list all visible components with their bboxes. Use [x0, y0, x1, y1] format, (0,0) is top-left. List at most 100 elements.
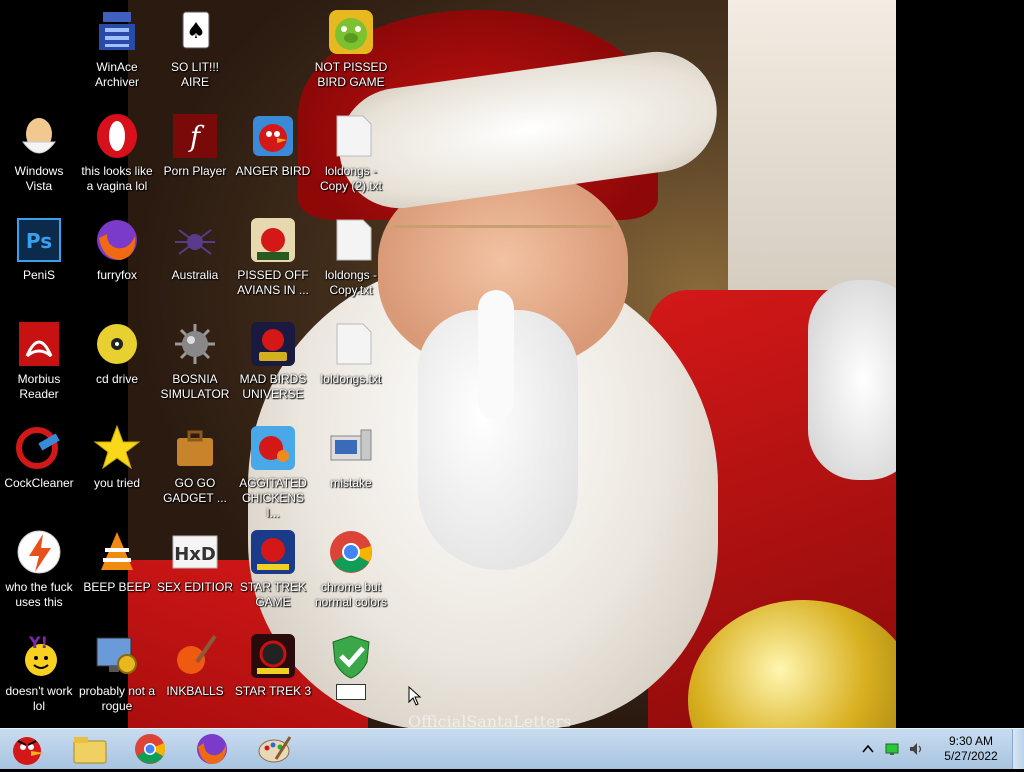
angry-birds-star-wars-2-icon: [249, 632, 297, 680]
winace-icon: [93, 8, 141, 56]
vlc-icon: [93, 528, 141, 576]
desktop-icon-penis[interactable]: Ps PeniS: [0, 212, 78, 283]
network-tray-button[interactable]: [884, 742, 900, 756]
show-hidden-icons-button[interactable]: [860, 742, 876, 756]
desktop-icon-solitaire[interactable]: ♠ SO LIT!!! AIRE: [156, 4, 234, 90]
yahoo-messenger-icon: Y!: [15, 632, 63, 680]
wallpaper-santa-glasses: [393, 225, 613, 288]
tray-clock[interactable]: 9:30 AM 5/27/2022: [936, 734, 1006, 764]
firefox-icon: [93, 216, 141, 264]
desktop-icon-label: PeniS: [22, 268, 56, 282]
desktop-icon-who-uses-this[interactable]: who the fuck uses this: [0, 524, 78, 610]
desktop-icon-chrome[interactable]: chrome but normal colors: [312, 524, 390, 610]
desktop-icon-inkballs[interactable]: INKBALLS: [156, 628, 234, 699]
desktop-icon-label: probably not a rogue: [78, 684, 156, 713]
wallpaper-santa-mitt: [808, 280, 896, 480]
desktop-icon-windows-vista[interactable]: Windows Vista: [0, 108, 78, 194]
svg-text:HxD: HxD: [174, 544, 216, 565]
desktop-icon-label: Australia: [171, 268, 219, 282]
desktop-icon-probably-not-a-rogue[interactable]: probably not a rogue: [78, 628, 156, 714]
angry-birds-space-icon: [249, 320, 297, 368]
desktop-icon-loldongs-copy[interactable]: loldongs - Copy.txt: [312, 212, 390, 298]
taskbar-explorer-button[interactable]: [70, 731, 110, 767]
desktop-icon-label: INKBALLS: [166, 684, 224, 698]
desktop-black-area: [896, 0, 1024, 728]
text-file-icon: [327, 112, 375, 160]
desktop-icon-sex-editior[interactable]: HxD SEX EDITIOR: [156, 524, 234, 595]
clock-time: 9:30 AM: [948, 734, 994, 748]
star-icon: [93, 424, 141, 472]
cd-icon: [93, 320, 141, 368]
chrome-icon: [327, 528, 375, 576]
taskbar-paint-button[interactable]: [254, 731, 294, 767]
folder-explorer-icon: [73, 737, 107, 764]
wallpaper-watermark: OfficialSantaLetters: [408, 712, 572, 728]
desktop-icon-label: doesn't work lol: [5, 684, 73, 713]
flash-bolt-icon: [15, 528, 63, 576]
desktop-icon-shield[interactable]: [312, 628, 390, 705]
desktop-icon-label: this looks like a vagina lol: [81, 164, 153, 193]
desktop-icon-not-pissed-bird-game[interactable]: NOT PISSED BIRD GAME: [312, 4, 390, 90]
start-button[interactable]: [4, 731, 50, 767]
clock-date: 5/27/2022: [944, 749, 998, 763]
desktop-icon-label: chrome but normal colors: [314, 580, 388, 609]
network-icon: [885, 743, 899, 755]
egg-icon: [15, 112, 63, 160]
desktop-icon-mad-birds-universe[interactable]: MAD BIRDS UNIVERSE: [234, 316, 312, 402]
spider-icon: [171, 216, 219, 264]
computer-tools-icon: [327, 424, 375, 472]
paint-icon: [258, 736, 292, 763]
desktop-icon-star-trek-3[interactable]: STAR TREK 3: [234, 628, 312, 699]
flash-icon: f: [171, 112, 219, 160]
wallpaper-door: [728, 0, 896, 300]
firefox-icon: [197, 734, 227, 764]
desktop-icon-label: Porn Player: [163, 164, 227, 178]
desktop-icon-winace[interactable]: WinAce Archiver: [78, 4, 156, 90]
svg-text:Y!: Y!: [28, 633, 48, 652]
desktop-icon-australia[interactable]: Australia: [156, 212, 234, 283]
solitaire-icon: ♠: [171, 8, 219, 56]
desktop-icon-go-go-gadget[interactable]: GO GO GADGET ...: [156, 420, 234, 506]
taskbar-chrome-button[interactable]: [130, 731, 170, 767]
desktop-icon-aggitated-chickens[interactable]: AGGITATED CHICKENS I...: [234, 420, 312, 521]
text-file-icon: [327, 320, 375, 368]
desktop-icon-you-tried[interactable]: you tried: [78, 420, 156, 491]
desktop-icon-label: Morbius Reader: [17, 372, 61, 401]
angry-birds-star-wars-icon: [249, 528, 297, 576]
desktop-icon-morbius-reader[interactable]: Morbius Reader: [0, 316, 78, 402]
photoshop-icon: Ps: [15, 216, 63, 264]
desktop-icon-furryfox[interactable]: furryfox: [78, 212, 156, 283]
desktop-icon-loldongs[interactable]: loldongs.txt: [312, 316, 390, 387]
desktop-icon-loldongs-copy-2[interactable]: loldongs - Copy (2).txt: [312, 108, 390, 194]
angry-birds-rio-icon: [249, 424, 297, 472]
desktop-icon-pissed-off-avians[interactable]: PISSED OFF AVIANS IN ...: [234, 212, 312, 298]
desktop-icon-label: SO LIT!!! AIRE: [170, 60, 219, 89]
mouse-cursor-icon: [408, 686, 422, 706]
angry-birds-seasons-icon: [249, 216, 297, 264]
monitor-gear-icon: [93, 632, 141, 680]
rename-textbox[interactable]: [336, 684, 366, 700]
desktop-icon-label: MAD BIRDS UNIVERSE: [239, 372, 307, 401]
desktop-icon-label: GO GO GADGET ...: [163, 476, 227, 505]
desktop-icon-opera[interactable]: this looks like a vagina lol: [78, 108, 156, 194]
inkball-icon: [171, 632, 219, 680]
desktop-icon-cockcleaner[interactable]: CockCleaner: [0, 420, 78, 491]
desktop-icon-cd-drive[interactable]: cd drive: [78, 316, 156, 387]
desktop-icon-mistake[interactable]: mistake: [312, 420, 390, 491]
volume-tray-button[interactable]: [908, 742, 924, 756]
svg-text:Ps: Ps: [26, 229, 52, 253]
desktop-icon-anger-bird[interactable]: ANGER BIRD: [234, 108, 312, 179]
desktop-icon-beep-beep[interactable]: BEEP BEEP: [78, 524, 156, 595]
desktop-icon-label: cd drive: [95, 372, 139, 386]
green-pig-icon: [327, 8, 375, 56]
taskbar-firefox-button[interactable]: [192, 731, 232, 767]
desktop-icon-label: ANGER BIRD: [235, 164, 311, 178]
show-desktop-button[interactable]: [1012, 729, 1024, 769]
chevron-up-icon: [862, 744, 874, 753]
desktop-icon-star-trek-game[interactable]: STAR TREK GAME: [234, 524, 312, 610]
desktop-icon-bosnia-simulator[interactable]: BOSNIA SIMULATOR: [156, 316, 234, 402]
desktop-icon-doesnt-work[interactable]: Y! doesn't work lol: [0, 628, 78, 714]
desktop-icon-label: Windows Vista: [14, 164, 64, 193]
mine-icon: [171, 320, 219, 368]
desktop-icon-porn-player[interactable]: f Porn Player: [156, 108, 234, 179]
